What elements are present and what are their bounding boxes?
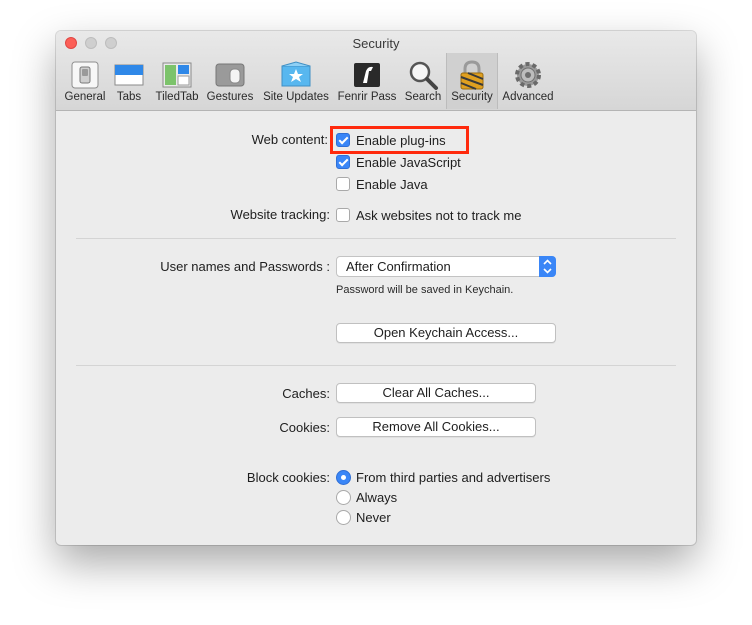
cookies-label: Cookies: (279, 420, 330, 435)
enable-javascript-checkbox[interactable]: Enable JavaScript (336, 153, 461, 171)
clear-caches-button[interactable]: Clear All Caches... (336, 383, 536, 403)
gear-icon (515, 62, 541, 88)
toolbar-label: Fenrir Pass (337, 91, 397, 103)
red-highlight-box (330, 126, 469, 154)
checkbox-label: Ask websites not to track me (356, 207, 522, 223)
passwords-label: User names and Passwords : (160, 259, 330, 274)
toolbar-item-security[interactable]: Security (446, 53, 498, 109)
tiled-tab-icon (162, 62, 192, 88)
toolbar-label: Tabs (116, 91, 142, 103)
toolbar-item-fenrir-pass[interactable]: Fenrir Pass (334, 53, 400, 109)
popup-arrows-icon (539, 256, 556, 277)
section-divider (76, 365, 676, 366)
web-content-label: Web content: (251, 132, 328, 147)
toolbar-label: Search (404, 91, 442, 103)
toolbar-item-search[interactable]: Search (402, 53, 444, 109)
toolbar-item-gestures[interactable]: Gestures (204, 53, 256, 109)
security-pane: Web content: Enable plug-ins Enable Java… (56, 111, 696, 545)
section-divider (76, 238, 676, 239)
block-cookies-third-party-radio[interactable]: From third parties and advertisers (336, 468, 550, 486)
remove-cookies-button[interactable]: Remove All Cookies... (336, 417, 536, 437)
website-tracking-label: Website tracking: (230, 207, 330, 222)
checkbox-label: Enable Java (356, 176, 428, 192)
window-title: Security (352, 36, 400, 51)
radio-circle[interactable] (336, 489, 351, 505)
block-cookies-label: Block cookies: (246, 470, 330, 485)
general-switch-icon (71, 61, 99, 89)
passwords-popup-button[interactable]: After Confirmation (336, 256, 556, 277)
toolbar-item-general[interactable]: General (60, 53, 110, 109)
block-cookies-never-radio[interactable]: Never (336, 508, 391, 526)
checkbox-box[interactable] (336, 155, 350, 169)
tabs-icon (114, 64, 144, 86)
keychain-note: Password will be saved in Keychain. (336, 284, 514, 296)
gestures-icon (215, 63, 245, 87)
toolbar-label: Advanced (502, 91, 554, 103)
toolbar-label: Security (451, 91, 493, 103)
toolbar-item-advanced[interactable]: Advanced (500, 53, 556, 109)
caches-label: Caches: (282, 386, 330, 401)
enable-java-checkbox[interactable]: Enable Java (336, 175, 428, 193)
toolbar-label: General (64, 91, 106, 103)
site-updates-icon (281, 61, 311, 87)
toolbar-item-tiledtab[interactable]: TiledTab (150, 53, 204, 109)
block-cookies-always-radio[interactable]: Always (336, 488, 397, 506)
checkbox-box[interactable] (336, 208, 350, 222)
magnifier-icon (409, 61, 438, 90)
title-bar: Security General Tabs TiledTab Gestures … (56, 31, 696, 111)
passwords-selected-value: After Confirmation (346, 259, 451, 274)
open-keychain-button[interactable]: Open Keychain Access... (336, 323, 556, 343)
toolbar-label: TiledTab (155, 91, 199, 103)
toolbar-item-tabs[interactable]: Tabs (110, 53, 148, 109)
radio-label: Always (356, 489, 398, 505)
radio-label: Never (356, 509, 391, 525)
checkbox-label: Enable JavaScript (356, 154, 461, 170)
toolbar-label: Gestures (206, 91, 254, 103)
fenrir-pass-icon (354, 63, 380, 87)
checkbox-box[interactable] (336, 177, 350, 191)
radio-circle[interactable] (336, 469, 351, 485)
toolbar-item-site-updates[interactable]: Site Updates (260, 53, 332, 109)
radio-label: From third parties and advertisers (356, 469, 551, 485)
radio-circle[interactable] (336, 509, 351, 525)
toolbar-label: Site Updates (263, 91, 329, 103)
padlock-icon (460, 60, 484, 90)
do-not-track-checkbox[interactable]: Ask websites not to track me (336, 206, 521, 224)
preferences-window: Security General Tabs TiledTab Gestures … (56, 31, 696, 545)
